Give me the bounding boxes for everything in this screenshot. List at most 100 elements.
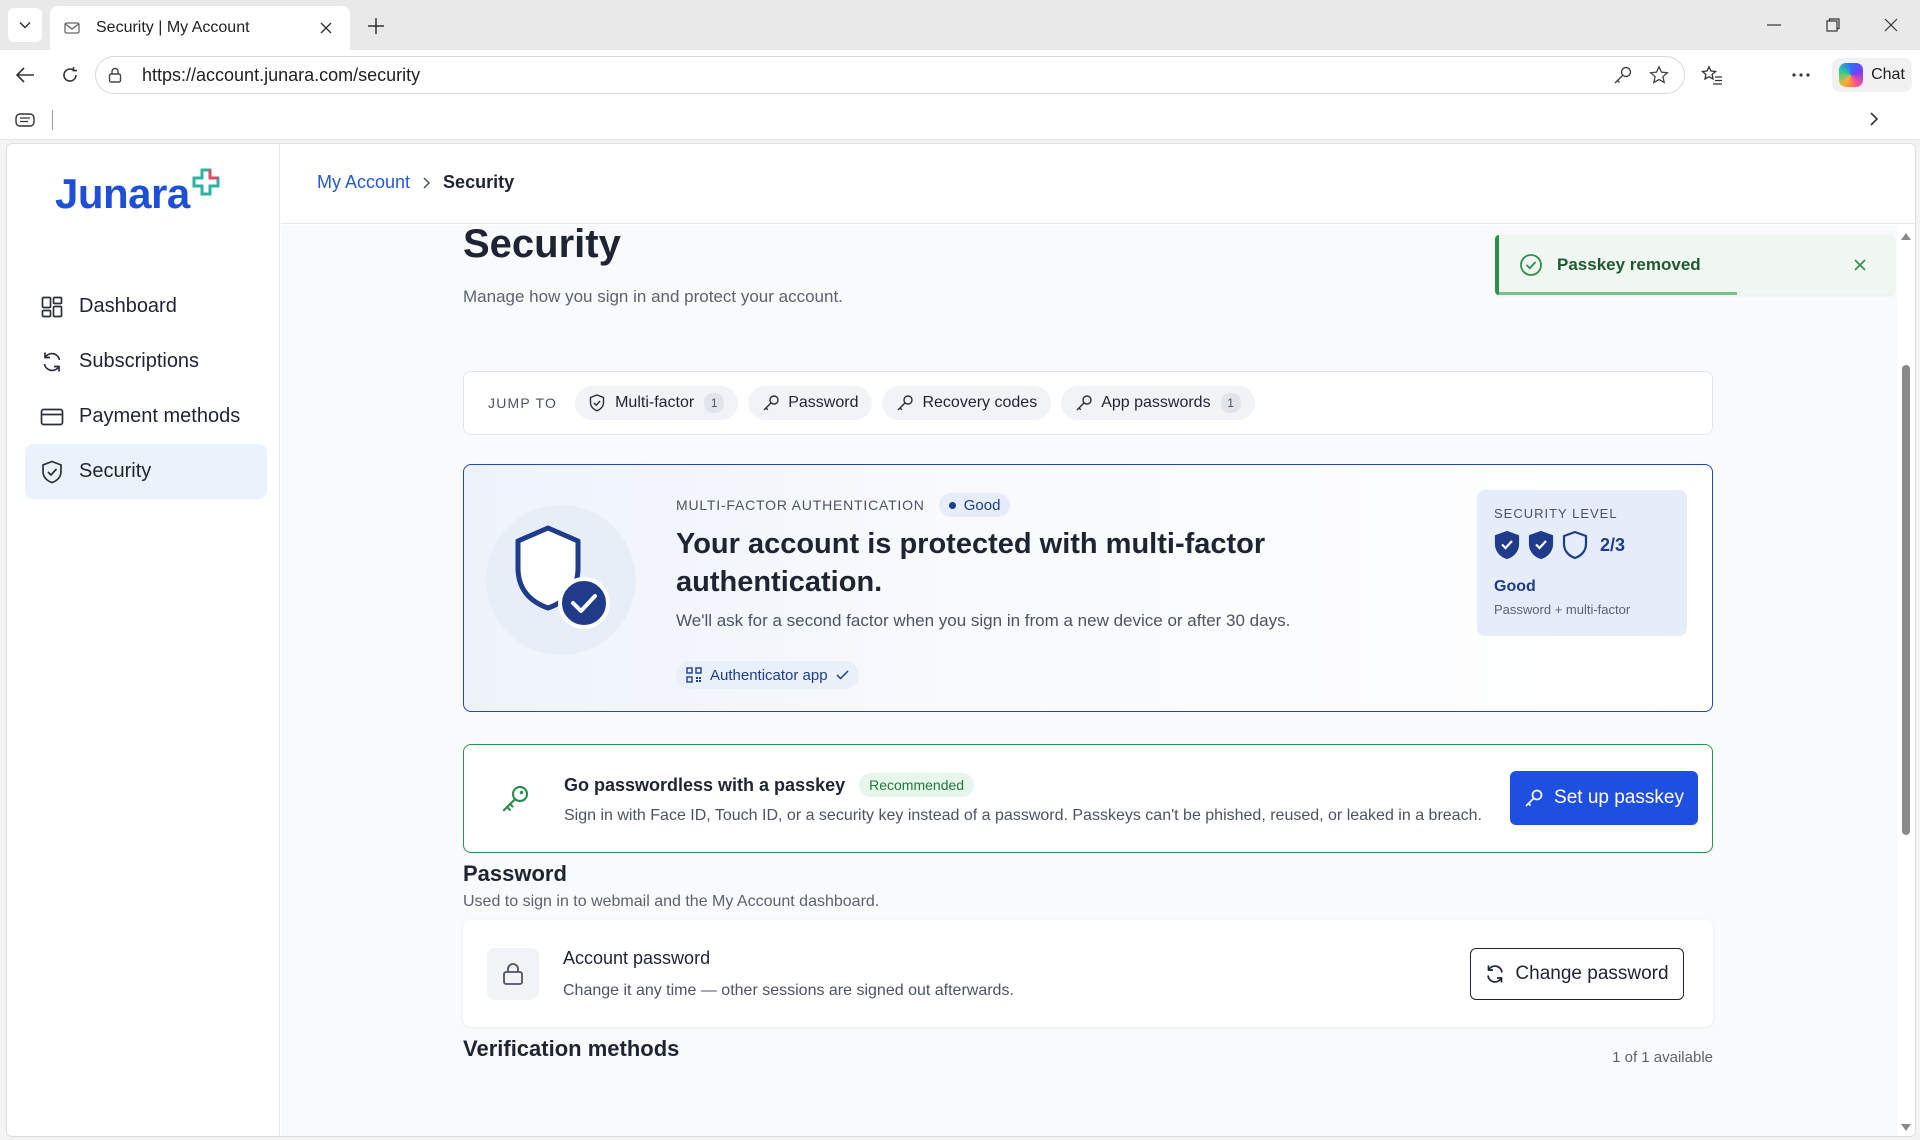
- toolbar-divider: [52, 110, 53, 130]
- jump-chip-label: Recovery codes: [922, 394, 1038, 411]
- url-text: https://account.junara.com/security: [142, 64, 421, 85]
- shield-filled-icon: [1528, 530, 1554, 560]
- jump-chip-password[interactable]: Password: [748, 386, 873, 420]
- password-key-icon[interactable]: [1608, 60, 1638, 90]
- refresh-icon: [1487, 965, 1504, 983]
- scroll-down-icon[interactable]: [1901, 1122, 1911, 1132]
- close-tab-icon[interactable]: [316, 18, 336, 38]
- change-password-button[interactable]: Change password: [1470, 948, 1684, 1000]
- chat-label: Chat: [1871, 66, 1905, 83]
- chevron-down-icon: [19, 21, 31, 29]
- sidebar-item-security[interactable]: Security: [25, 444, 267, 499]
- key-icon: [500, 783, 532, 815]
- reload-icon: [63, 67, 77, 82]
- favorite-star-icon[interactable]: [1644, 60, 1674, 90]
- toast-message: Passkey removed: [1557, 255, 1701, 274]
- scrollbar-thumb[interactable]: [1902, 365, 1910, 835]
- reading-view-icon[interactable]: [15, 112, 35, 133]
- authenticator-app-label: Authenticator app: [710, 666, 828, 684]
- change-password-label: Change password: [1515, 963, 1669, 984]
- security-level-title: SECURITY LEVEL: [1494, 506, 1618, 521]
- copilot-icon: [1839, 63, 1864, 87]
- passkey-title-text: Go passwordless with a passkey: [564, 774, 846, 795]
- sidebar-item-label: Security: [79, 460, 152, 482]
- sidebar-item-label: Payment methods: [79, 405, 241, 427]
- check-circle-icon: [1519, 253, 1543, 277]
- sidebar-item-label: Subscriptions: [79, 350, 200, 372]
- shield-check-icon: [39, 459, 65, 485]
- sidebar: Junara Dashboard Subscriptions Payment m…: [7, 144, 280, 1136]
- minimize-button[interactable]: [1745, 0, 1803, 50]
- recommended-badge: Recommended: [859, 773, 975, 797]
- browser-tabbar: Security | My Account: [0, 0, 1920, 50]
- toast-progress-bar: [1499, 292, 1737, 295]
- tab-list-button[interactable]: [8, 8, 42, 42]
- more-dots-icon: [1792, 73, 1810, 77]
- breadcrumb-my-account-link[interactable]: My Account: [317, 172, 410, 193]
- reload-button[interactable]: [55, 60, 85, 90]
- set-up-passkey-label: Set up passkey: [1554, 787, 1684, 808]
- tab-title: Security | My Account: [96, 19, 250, 36]
- close-icon: [1884, 18, 1898, 32]
- toast-close-icon[interactable]: [1845, 250, 1875, 280]
- shield-outline-icon: [1562, 530, 1588, 560]
- jump-chip-recovery-codes[interactable]: Recovery codes: [882, 386, 1052, 420]
- back-arrow-icon: [15, 67, 34, 83]
- page-title: Security: [463, 225, 621, 266]
- jump-to-label: JUMP TO: [488, 395, 558, 411]
- set-up-passkey-button[interactable]: Set up passkey: [1510, 771, 1698, 825]
- verification-methods-count: 1 of 1 available: [1612, 1049, 1713, 1066]
- chevron-right-icon: [422, 176, 431, 190]
- mfa-illustration: [486, 505, 636, 655]
- junara-logo[interactable]: Junara: [55, 168, 220, 218]
- restore-icon: [1826, 18, 1840, 32]
- chevron-right-icon[interactable]: [1868, 111, 1880, 132]
- passkey-removed-toast: Passkey removed: [1495, 235, 1895, 295]
- page-subtitle: Manage how you sign in and protect your …: [463, 287, 843, 306]
- mail-icon: [64, 19, 82, 37]
- password-section-title: Password: [463, 861, 567, 886]
- security-level-shields: 2/3: [1494, 530, 1625, 560]
- authenticator-app-chip: Authenticator app: [676, 661, 859, 689]
- address-bar[interactable]: https://account.junara.com/security: [95, 56, 1685, 94]
- passkey-title: Go passwordless with a passkey Recommend…: [564, 773, 975, 797]
- page-scrollbar[interactable]: [1897, 225, 1915, 1136]
- sidebar-item-payment-methods[interactable]: Payment methods: [25, 389, 267, 444]
- shield-filled-icon: [1494, 530, 1520, 560]
- plus-icon: [368, 18, 384, 34]
- jump-chip-count: 1: [704, 393, 725, 413]
- back-button[interactable]: [10, 60, 40, 90]
- checkmark-icon: [836, 670, 849, 680]
- sidebar-item-subscriptions[interactable]: Subscriptions: [25, 334, 267, 389]
- key-icon: [1075, 394, 1093, 412]
- password-section-subtitle: Used to sign in to webmail and the My Ac…: [463, 893, 880, 910]
- jump-chip-label: App passwords: [1101, 394, 1211, 411]
- sidebar-item-dashboard[interactable]: Dashboard: [25, 279, 267, 334]
- mfa-status-text: Good: [963, 496, 1001, 514]
- main-content: Security Manage how you sign in and prot…: [281, 225, 1897, 1136]
- jump-to-bar: JUMP TO Multi-factor 1 Password Recovery…: [463, 371, 1713, 435]
- security-level-status: Good: [1494, 578, 1536, 595]
- favorites-button[interactable]: [1697, 60, 1727, 90]
- breadcrumb-current: Security: [443, 172, 515, 192]
- copilot-chat-button[interactable]: Chat: [1832, 58, 1912, 92]
- more-button[interactable]: [1786, 60, 1816, 90]
- restore-button[interactable]: [1804, 0, 1862, 50]
- account-password-description: Change it any time — other sessions are …: [563, 982, 1014, 999]
- mfa-kicker-label: MULTI-FACTOR AUTHENTICATION: [676, 497, 925, 513]
- new-tab-button[interactable]: [362, 12, 390, 40]
- scroll-up-icon[interactable]: [1901, 231, 1911, 241]
- site-info-icon[interactable]: [108, 67, 128, 83]
- jump-chip-app-passwords[interactable]: App passwords 1: [1061, 386, 1255, 420]
- mfa-heading: Your account is protected with multi-fac…: [676, 528, 1266, 598]
- logo-text: Junara: [55, 170, 190, 217]
- jump-chip-multi-factor[interactable]: Multi-factor 1: [575, 386, 739, 420]
- card-icon: [39, 404, 65, 430]
- mfa-kicker: MULTI-FACTOR AUTHENTICATION Good: [676, 493, 1011, 517]
- refresh-icon: [39, 349, 65, 375]
- mfa-description: We'll ask for a second factor when you s…: [676, 611, 1291, 630]
- mfa-status-badge: Good: [938, 493, 1011, 517]
- passkey-promo-card: Go passwordless with a passkey Recommend…: [463, 744, 1713, 853]
- browser-tab[interactable]: Security | My Account: [50, 6, 350, 50]
- close-window-button[interactable]: [1862, 0, 1920, 50]
